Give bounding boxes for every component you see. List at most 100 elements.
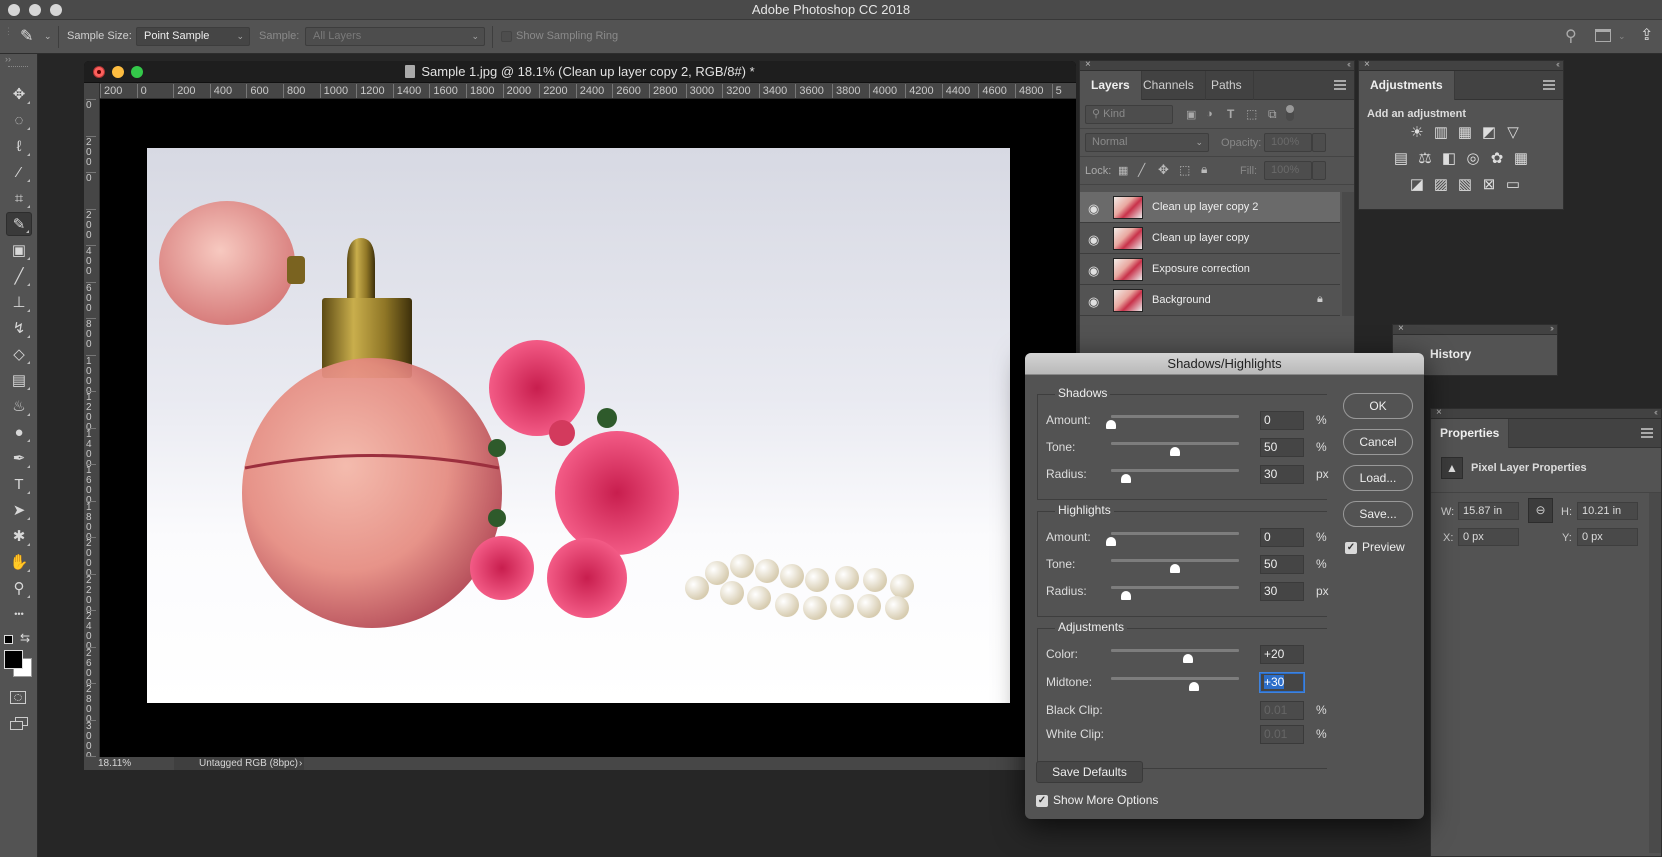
gradient-tool[interactable]: ▤ [6,368,32,392]
lock-brush-icon[interactable]: ╱ [1138,163,1145,177]
status-menu-chevron-icon[interactable]: › [299,757,302,770]
white-clip-input[interactable]: 0.01 [1260,725,1304,744]
shape-tool[interactable]: ✱ [6,524,32,548]
collapse-icon[interactable]: ‹‹ [1556,59,1560,69]
window-minimize-button[interactable] [29,4,41,16]
lock-transparent-icon[interactable]: ▦ [1118,164,1128,177]
link-icon[interactable]: ⊖ [1528,498,1553,523]
channel-mixer-icon[interactable]: ✿ [1488,151,1506,167]
highlights-tone-input[interactable]: 50 [1260,555,1304,574]
panel-header[interactable]: × ‹‹ [1080,59,1354,71]
lock-artboard-icon[interactable]: ⬚ [1179,163,1190,177]
show-more-options-label[interactable]: Show More Options [1053,793,1158,807]
filter-adjustment-icon[interactable]: ◑ [1206,108,1213,120]
layer-name[interactable]: Background [1152,294,1211,306]
visibility-eye-icon[interactable]: ◉ [1088,294,1099,310]
layer-row[interactable]: ◉ Clean up layer copy [1080,223,1340,254]
fill-chevron-icon[interactable] [1312,161,1326,180]
eraser-tool[interactable]: ◇ [6,342,32,366]
midtone-slider-thumb[interactable] [1189,682,1200,691]
threshold-icon[interactable]: ▧ [1456,177,1474,193]
cancel-button[interactable]: Cancel [1343,429,1413,455]
layer-row[interactable]: ◉ Background 🔒︎ [1080,285,1340,316]
posterize-icon[interactable]: ▨ [1432,177,1450,193]
tab-adjustments[interactable]: Adjustments [1359,71,1455,100]
expand-icon[interactable]: ›› [1550,323,1554,333]
dodge-tool[interactable]: ● [6,420,32,444]
toolbox-grip[interactable] [8,66,28,69]
foreground-color-swatch[interactable] [4,650,23,669]
layer-filter-select[interactable]: ⚲ Kind [1085,105,1173,124]
color-slider[interactable] [1111,649,1239,652]
shadows-amount-input[interactable]: 0 [1260,411,1304,430]
load-button[interactable]: Load... [1343,465,1413,491]
color-slider-thumb[interactable] [1182,654,1193,663]
lock-icon[interactable]: 🔒︎ [1317,293,1323,306]
visibility-eye-icon[interactable]: ◉ [1088,232,1099,248]
brightness-contrast-icon[interactable]: ☀ [1408,125,1426,141]
doc-close-button[interactable] [93,66,105,78]
photo-filter-icon[interactable]: ◎ [1464,151,1482,167]
midtone-input[interactable]: +30 [1260,673,1304,692]
vertical-ruler[interactable]: 0 200 0 200 400 600 800 1000 1200 1400 1600 1800 200… [84,83,100,757]
preview-checkbox[interactable]: ✓ [1345,542,1357,554]
zoom-tool[interactable]: ⚲ [6,576,32,600]
shadows-amount-slider[interactable] [1111,415,1239,418]
layer-name[interactable]: Clean up layer copy 2 [1152,201,1258,213]
zoom-level[interactable]: 18.11% [98,757,131,770]
collapse-icon[interactable]: ‹‹ [1347,59,1351,69]
more-tools[interactable]: ••• [6,602,32,626]
height-input[interactable]: 10.21 in [1577,502,1638,520]
layer-name[interactable]: Clean up layer copy [1152,232,1249,244]
preview-label[interactable]: Preview [1362,540,1405,554]
lock-position-icon[interactable]: ✥ [1158,162,1169,178]
lasso-tool[interactable]: ℓ [6,134,32,158]
doc-minimize-button[interactable] [112,66,124,78]
show-more-options-checkbox[interactable]: ✓ [1036,795,1048,807]
workspace-icon[interactable] [1595,29,1611,42]
properties-scrollbar[interactable] [1649,493,1661,853]
move-tool[interactable]: ✥ [6,82,32,106]
document-tab[interactable]: Sample 1.jpg @ 18.1% (Clean up layer cop… [84,61,1076,83]
sample-select[interactable]: All Layers ⌄ [305,27,485,46]
magic-wand-tool[interactable]: ⁄ [6,160,32,184]
opacity-chevron-icon[interactable] [1312,133,1326,152]
tab-properties[interactable]: Properties [1431,419,1510,448]
color-input[interactable]: +20 [1260,645,1304,664]
collapse-icon[interactable]: ‹‹ [1654,407,1658,417]
gradient-map-icon[interactable]: ▭ [1504,177,1522,193]
lock-all-icon[interactable]: 🔒︎ [1201,162,1207,177]
hand-tool[interactable]: ✋ [6,550,32,574]
save-button[interactable]: Save... [1343,501,1413,527]
highlights-amount-slider[interactable] [1111,532,1239,535]
eyedropper-icon[interactable]: ✎ [20,26,33,46]
close-icon[interactable]: × [1436,407,1442,418]
shadows-tone-slider-thumb[interactable] [1170,447,1180,456]
sample-size-select[interactable]: Point Sample ⌄ [136,27,250,46]
selective-color-icon[interactable]: ⊠ [1480,177,1498,193]
type-tool[interactable]: T [6,472,32,496]
shadows-radius-slider[interactable] [1111,469,1239,472]
options-bar-grip[interactable]: ⋮ [4,26,13,37]
filter-pixel-icon[interactable]: ▣ [1186,108,1196,121]
marquee-tool[interactable]: ◌ [6,108,32,132]
pen-tool[interactable]: ✒ [6,446,32,470]
screen-mode-icon[interactable] [10,717,28,731]
chevron-down-icon[interactable]: ⌄ [1618,31,1626,42]
black-white-icon[interactable]: ◧ [1440,151,1458,167]
close-icon[interactable]: × [1364,59,1370,70]
curves-icon[interactable]: ▦ [1456,125,1474,141]
layer-row[interactable]: ◉ Clean up layer copy 2 [1080,192,1340,223]
invert-icon[interactable]: ◪ [1408,177,1426,193]
quick-mask-icon[interactable] [10,691,26,704]
crop-tool[interactable]: ⌗ [6,186,32,210]
history-title[interactable]: History [1430,347,1471,361]
panel-menu-icon[interactable] [1543,80,1555,90]
layer-row[interactable]: ◉ Exposure correction [1080,254,1340,285]
close-icon[interactable]: × [1085,59,1091,70]
history-brush-tool[interactable]: ↯ [6,316,32,340]
horizontal-ruler[interactable]: 200 0 200 400 600 800 1000 1200 1400 1600 1800 2000… [100,83,1076,99]
close-icon[interactable]: × [1398,323,1404,334]
swap-colors-icon[interactable]: ⇆ [20,631,30,645]
panel-menu-icon[interactable] [1334,80,1346,90]
